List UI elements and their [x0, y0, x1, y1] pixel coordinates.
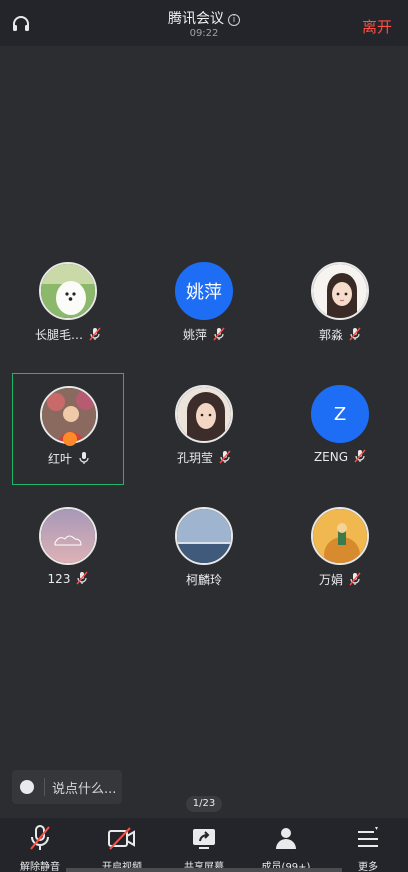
- participant-tile[interactable]: 柯麟玲: [148, 507, 258, 617]
- avatar: [311, 507, 369, 565]
- home-indicator: [66, 868, 342, 872]
- participant-name: 长腿毛…: [34, 328, 83, 342]
- pink-sky-avatar: [41, 509, 95, 563]
- mic-muted-icon: [219, 450, 231, 464]
- members-button[interactable]: 成员(99+): [246, 822, 326, 872]
- avatar: [311, 262, 369, 320]
- cartoon-girl-avatar: [313, 264, 367, 318]
- emoji-icon[interactable]: [20, 780, 34, 794]
- participant-tile[interactable]: 孔玥莹: [148, 385, 258, 495]
- participant-name: 郭淼: [318, 328, 343, 342]
- participant-name-row: 柯麟玲: [148, 571, 260, 588]
- mic-muted-icon: [76, 571, 88, 585]
- more-button[interactable]: 更多: [328, 822, 408, 872]
- participant-name-row: 姚萍: [148, 326, 260, 343]
- participant-name-row: ZENG: [284, 449, 396, 464]
- seascape-photo: [177, 509, 231, 563]
- little-prince-avatar: [313, 509, 367, 563]
- participant-name: 123: [47, 572, 71, 586]
- illustrated-woman-avatar: [177, 387, 231, 441]
- mic-muted-icon: [213, 327, 225, 341]
- participant-name-row: 红叶: [13, 450, 125, 467]
- participant-tile[interactable]: 123: [12, 507, 122, 617]
- participant-tile[interactable]: 郭淼: [284, 262, 394, 372]
- mic-muted-icon: [30, 825, 50, 850]
- participant-name-row: 郭淼: [284, 326, 396, 343]
- avatar: 姚萍: [175, 262, 233, 320]
- unmute-button[interactable]: 解除静音: [0, 822, 80, 872]
- participant-name-row: 长腿毛…: [12, 326, 124, 343]
- mic-muted-icon: [89, 327, 101, 341]
- avatar: [39, 262, 97, 320]
- leave-button[interactable]: 离开: [362, 16, 392, 37]
- video-off-icon: [108, 827, 135, 850]
- participant-name: 红叶: [47, 452, 72, 466]
- participant-tile[interactable]: 万娟: [284, 507, 394, 617]
- share-screen-button[interactable]: 共享屏幕: [164, 822, 244, 872]
- mic-on-icon: [79, 452, 89, 464]
- info-icon[interactable]: i: [228, 14, 240, 26]
- share-screen-icon: [193, 829, 215, 849]
- meeting-title: 腾讯会议: [168, 11, 224, 27]
- avatar: Z: [311, 385, 369, 443]
- more-menu-icon: [358, 827, 378, 847]
- meeting-time: 09:22: [189, 28, 219, 39]
- dog-photo: [41, 264, 95, 318]
- host-badge-icon: [63, 432, 77, 446]
- members-icon: [276, 828, 296, 849]
- bottom-toolbar: 解除静音 开启视频 共享屏幕 成员(99+) 更多: [0, 818, 408, 872]
- participant-name: 姚萍: [182, 328, 207, 342]
- participant-name: ZENG: [313, 450, 349, 464]
- chat-input[interactable]: 说点什么...: [12, 770, 122, 804]
- participant-tile[interactable]: Z ZENG: [284, 385, 394, 495]
- participant-name-row: 万娟: [284, 571, 396, 588]
- title-area: 腾讯会议 i: [0, 8, 408, 28]
- mic-muted-icon: [354, 449, 366, 463]
- start-video-button[interactable]: 开启视频: [82, 822, 162, 872]
- avatar: [39, 507, 97, 565]
- avatar: [175, 385, 233, 443]
- participant-name-row: 孔玥莹: [148, 449, 260, 466]
- header-bar: 腾讯会议 i 09:22 离开: [0, 0, 408, 46]
- participant-tile-active[interactable]: 红叶: [12, 373, 124, 485]
- divider: [44, 778, 45, 796]
- mic-muted-icon: [349, 572, 361, 586]
- mic-muted-icon: [349, 327, 361, 341]
- participant-tile[interactable]: 长腿毛…: [12, 262, 122, 372]
- participant-tile[interactable]: 姚萍 姚萍: [148, 262, 258, 372]
- participant-name: 万娟: [318, 573, 343, 587]
- participant-name: 柯麟玲: [185, 573, 222, 587]
- participant-name: 孔玥莹: [176, 451, 213, 465]
- avatar: [175, 507, 233, 565]
- page-indicator: 1/23: [186, 796, 222, 812]
- participant-name-row: 123: [12, 571, 124, 586]
- chat-placeholder: 说点什么...: [52, 782, 117, 797]
